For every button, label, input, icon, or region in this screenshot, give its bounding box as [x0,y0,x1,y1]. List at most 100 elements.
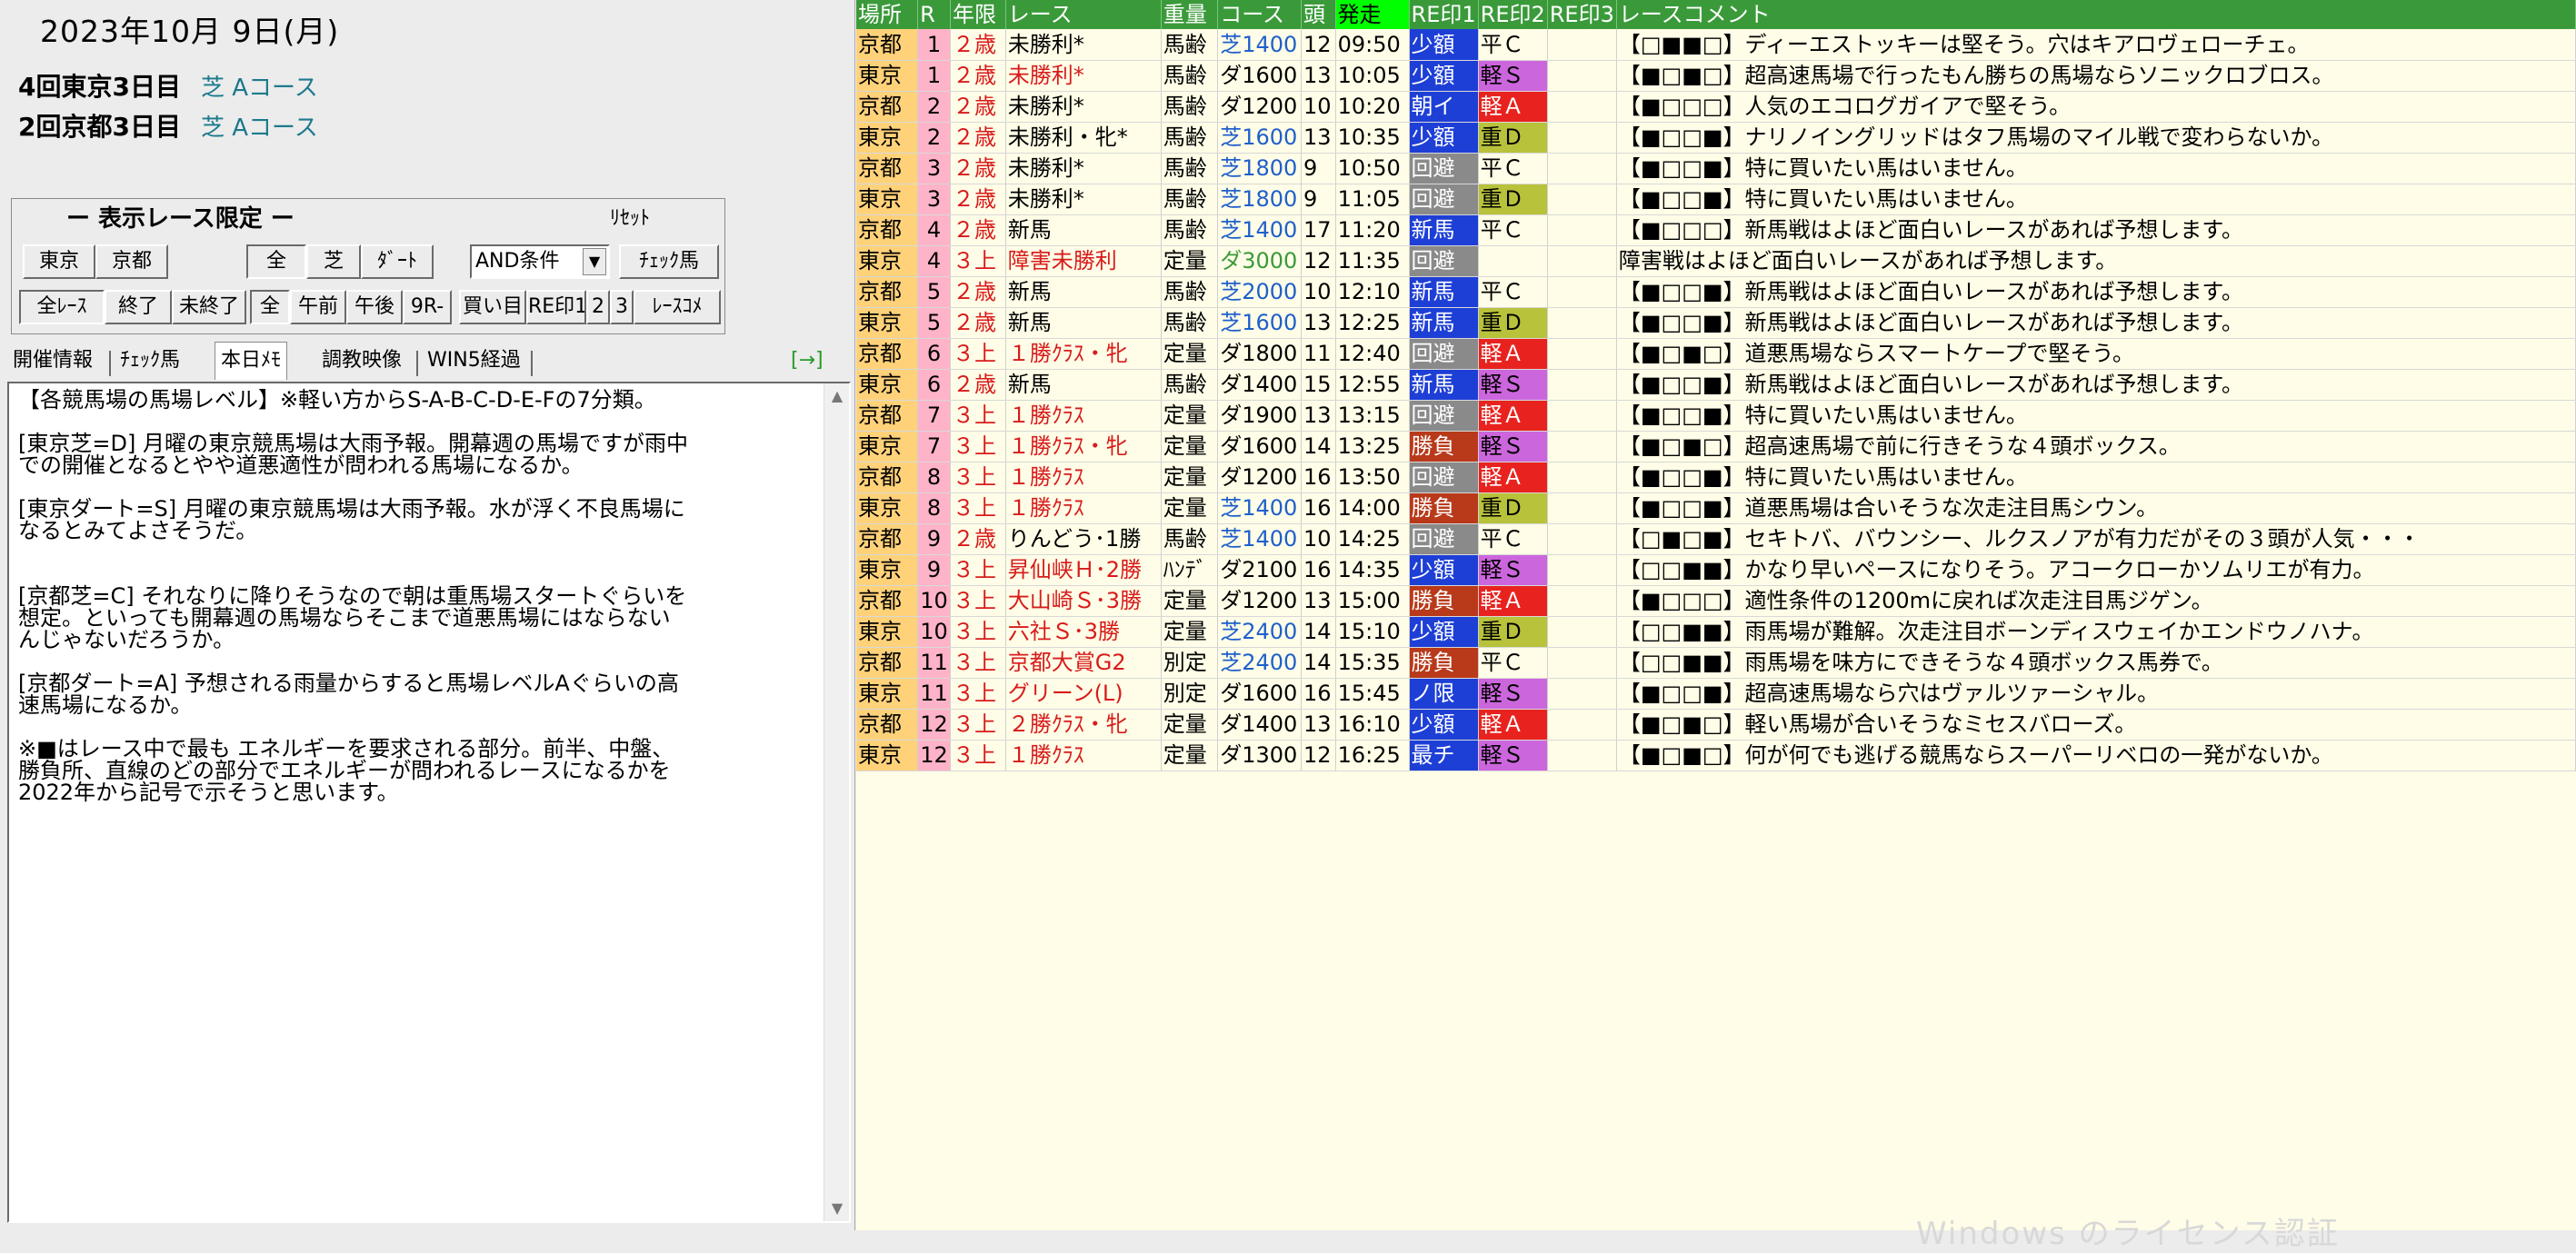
filter-kyoto-button[interactable]: 京都 [95,244,168,279]
filter-tokyo-button[interactable]: 東京 [23,244,95,279]
cell-re-mark3 [1547,647,1617,679]
filter-unfinished-button[interactable]: 未終了 [172,290,246,324]
cell-weight: 馬齢 [1161,214,1219,246]
table-row[interactable]: 京都 3 ２歳 未勝利* 馬齢 芝1800 9 10:50 回避 平Ｃ 【■□□■】特に買いたい馬は… [856,153,2576,184]
column-header-start-time[interactable]: 発走 [1335,0,1410,29]
memo-textarea[interactable]: 【各競馬場の馬場レベル】※軽い方からS-A-B-C-D-E-Fの7分類。 [東京… [7,382,851,1223]
cell-runners: 13 [1301,122,1336,154]
table-row[interactable]: 東京 6 ２歳 新馬 馬齢 ダ1400 15 12:55 新馬 軽Ｓ 【■□□■】新馬戦はよほど面白… [856,369,2576,401]
table-row[interactable]: 東京 9 ３上 昇仙峡Ｈ･2勝 ﾊﾝﾃﾞ ダ2100 16 14:35 少額 軽Ｓ 【□□■■】かな… [856,554,2576,586]
venue-label: 4回東京3日目 [18,72,181,102]
cell-re-mark3 [1547,338,1617,370]
table-row[interactable]: 京都 1 ２歳 未勝利* 馬齢 芝1400 12 09:50 少額 平Ｃ 【□■■□】ディーエストッ… [856,29,2576,61]
cell-runners: 17 [1301,214,1336,246]
cell-race-name: 障害未勝利 [1005,245,1162,277]
filter-all-races-button[interactable]: 全ﾚｰｽ [19,290,105,324]
table-row[interactable]: 東京 11 ３上 グリーン(L) 別定 ダ1600 16 15:45 ノ限 軽Ｓ 【■□□■】超高速… [856,678,2576,710]
cell-age-limit: ３上 [950,338,1006,370]
cell-weight: 別定 [1161,647,1219,679]
tab-training-video[interactable]: 調教映像 [316,345,407,378]
scroll-up-icon[interactable]: ▲ [824,383,850,409]
table-row[interactable]: 京都 9 ２歳 りんどう･1勝 馬齢 芝1400 10 14:25 回避 平Ｃ 【□■□■】セキトバ… [856,523,2576,555]
cell-age-limit: ２歳 [950,369,1006,401]
check-horse-button[interactable]: ﾁｪｯｸ馬 [619,244,719,279]
tab-win5[interactable]: WIN5経過 [422,345,526,378]
table-row[interactable]: 京都 11 ３上 京都大賞G2 別定 芝2400 14 15:35 勝負 平Ｃ 【□□■■】雨馬場を… [856,647,2576,679]
table-row[interactable]: 東京 5 ２歳 新馬 馬齢 芝1600 13 12:25 新馬 重Ｄ 【■□□■】新馬戦はよほど面白… [856,307,2576,339]
table-row[interactable]: 東京 1 ２歳 未勝利* 馬齢 ダ1600 13 10:05 少額 軽Ｓ 【■□■□】超高速馬場で行… [856,60,2576,92]
filter-bet-button[interactable]: 買い目 [459,290,526,324]
filter-afternoon-button[interactable]: 午後 [346,290,403,324]
expand-arrow-button[interactable]: [→] [791,345,824,376]
filter-mark3-button[interactable]: 3 [610,290,634,324]
filter-finished-button[interactable]: 終了 [105,290,172,324]
tab-check-horse[interactable]: ﾁｪｯｸ馬 [115,345,185,378]
cell-race-name: １勝ｸﾗｽ [1005,492,1162,524]
race-filter-panel: ー 表示レース限定 ー ﾘｾｯﾄ 東京 京都 全 芝 ﾀﾞｰﾄ AND条件 ▼ … [11,198,725,334]
filter-race-comment-button[interactable]: ﾚｰｽｺﾒ [634,290,721,324]
column-header-runners[interactable]: 頭 [1301,0,1336,29]
table-row[interactable]: 京都 7 ３上 １勝ｸﾗｽ 定量 ダ1900 13 13:15 回避 軽Ａ 【■□□■】特に買いたい… [856,400,2576,432]
column-header-course[interactable]: コース [1217,0,1302,29]
filter-time-all-button[interactable]: 全 [250,290,290,324]
table-row[interactable]: 東京 2 ２歳 未勝利・牝* 馬齢 芝1600 13 10:35 少額 重Ｄ 【■□□■】ナリノイン… [856,122,2576,154]
cell-re-mark3 [1547,492,1617,524]
column-header-place[interactable]: 場所 [856,0,919,29]
column-header-weight[interactable]: 重量 [1161,0,1219,29]
table-row[interactable]: 京都 8 ３上 １勝ｸﾗｽ 定量 ダ1200 16 13:50 回避 軽Ａ 【■□□■】特に買いたい… [856,462,2576,493]
table-row[interactable]: 京都 10 ３上 大山崎Ｓ･3勝 定量 ダ1200 13 15:00 勝負 軽Ａ 【■□□□】適性条… [856,585,2576,617]
cell-place: 京都 [856,523,919,555]
table-row[interactable]: 東京 3 ２歳 未勝利* 馬齢 芝1800 9 11:05 回避 重Ｄ 【■□□■】特に買いたい馬は… [856,184,2576,215]
filter-mark2-button[interactable]: 2 [586,290,610,324]
table-row[interactable]: 東京 7 ３上 １勝ｸﾗｽ・牝 定量 ダ1600 14 13:25 勝負 軽Ｓ 【■□■□】超高速馬… [856,431,2576,462]
cell-re-mark3 [1547,678,1617,710]
column-header-race-comment[interactable]: レースコメント [1616,0,2576,29]
cell-age-limit: ３上 [950,647,1006,679]
table-row[interactable]: 京都 4 ２歳 新馬 馬齢 芝1400 17 11:20 新馬 平Ｃ 【■□□□】新馬戦はよほど面白… [856,214,2576,246]
column-header-re-mark3[interactable]: RE印3 [1547,0,1617,29]
reset-button[interactable]: ﾘｾｯﾄ [610,204,650,234]
cell-race-number: 3 [917,184,952,215]
cell-race-name: 六社Ｓ･3勝 [1005,616,1162,648]
filter-9r-button[interactable]: 9R- [403,290,452,324]
filter-mark1-button[interactable]: RE印1 [526,290,586,324]
tab-today-memo[interactable]: 本日ﾒﾓ [215,342,288,380]
table-row[interactable]: 東京 12 ３上 １勝ｸﾗｽ 定量 ダ1300 12 16:25 最チ 軽Ｓ 【■□■□】何が何でも… [856,740,2576,771]
table-row[interactable]: 京都 12 ３上 ２勝ｸﾗｽ・牝 定量 ダ1400 13 16:10 少額 軽Ａ 【■□■□】軽い馬… [856,709,2576,741]
table-row[interactable]: 東京 10 ３上 六社Ｓ･3勝 定量 芝2400 14 15:10 少額 重Ｄ 【□□■■】雨馬場が… [856,616,2576,648]
race-table-area: 場所 R 年限 レース 重量 コース頭発走 RE印1 RE印2 RE印3 レースコメント 京都 1 ２… [856,0,2576,1230]
cell-race-number: 3 [917,153,952,184]
table-row[interactable]: 京都 2 ２歳 未勝利* 馬齢 ダ1200 10 10:20 朝イ 軽Ａ 【■□□□】人気のエコログ… [856,91,2576,123]
column-header-age-limit[interactable]: 年限 [950,0,1006,29]
filter-surface-all-button[interactable]: 全 [246,244,306,279]
tab-divider [109,351,111,376]
cell-race-number: 1 [917,29,952,61]
cell-age-limit: ２歳 [950,29,1006,61]
table-row[interactable]: 東京 8 ３上 １勝ｸﾗｽ 定量 芝1400 16 14:00 勝負 重Ｄ 【■□□■】道悪馬場は合… [856,492,2576,524]
filter-turf-button[interactable]: 芝 [306,244,361,279]
cell-course: 芝1400 [1217,29,1302,61]
cell-start-time: 11:20 [1335,214,1410,246]
column-header-race-number[interactable]: R [917,0,952,29]
condition-select[interactable]: AND条件 ▼ [470,244,610,279]
chevron-down-icon[interactable]: ▼ [583,248,606,275]
cell-re-mark3 [1547,60,1617,92]
filter-morning-button[interactable]: 午前 [290,290,346,324]
filter-dirt-button[interactable]: ﾀﾞｰﾄ [361,244,434,279]
table-row[interactable]: 京都 5 ２歳 新馬 馬齢 芝2000 10 12:10 新馬 平Ｃ 【■□□■】新馬戦はよほど面白… [856,276,2576,308]
cell-race-number: 1 [917,60,952,92]
cell-re-mark1: ノ限 [1409,678,1479,710]
column-header-re-mark1[interactable]: RE印1 [1409,0,1479,29]
table-row[interactable]: 東京 4 ３上 障害未勝利 定量 ダ3000 12 11:35 回避 障害戦はよほど面白いレースが… [856,245,2576,277]
venue-course: 芝 Aコース [200,114,318,142]
memo-scrollbar[interactable]: ▲ ▼ [824,383,849,1221]
cell-re-mark3 [1547,462,1617,493]
cell-re-mark2: 軽Ａ [1478,400,1548,432]
column-header-race-name[interactable]: レース [1005,0,1162,29]
cell-weight: 馬齢 [1161,307,1219,339]
scroll-down-icon[interactable]: ▼ [824,1196,850,1221]
table-row[interactable]: 京都 6 ３上 １勝ｸﾗｽ・牝 定量 ダ1800 11 12:40 回避 軽Ａ 【■□■□】道悪馬場… [856,338,2576,370]
tab-event-info[interactable]: 開催情報 [7,345,98,378]
cell-race-number: 9 [917,523,952,555]
column-header-re-mark2[interactable]: RE印2 [1478,0,1548,29]
